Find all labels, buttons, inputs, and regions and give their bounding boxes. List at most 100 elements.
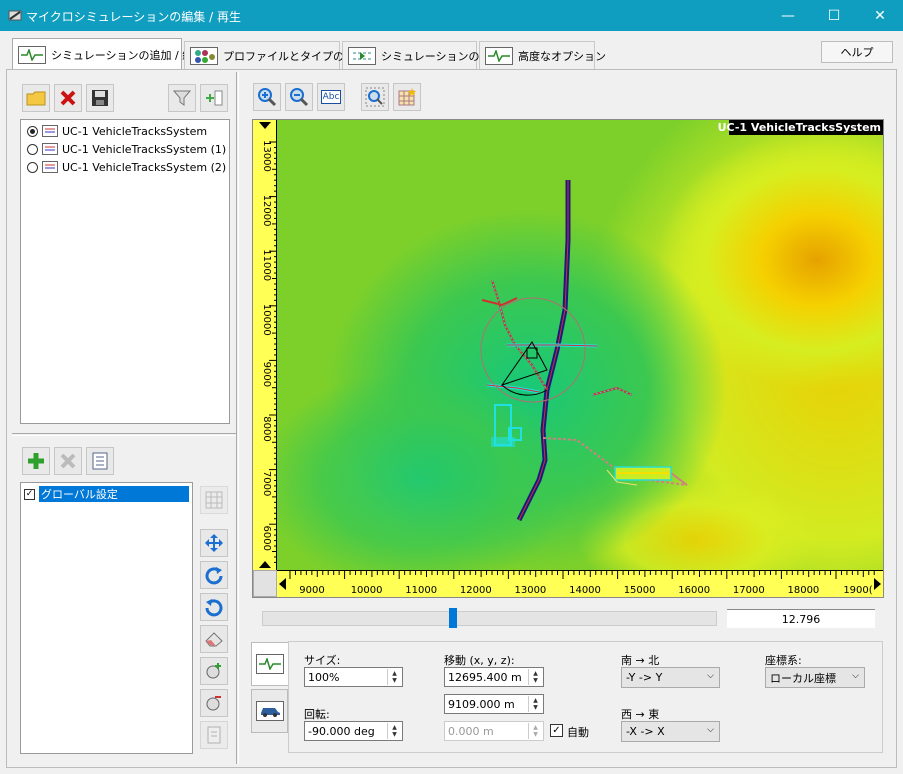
close-button[interactable]: ✕ — [857, 0, 903, 31]
filter-icon[interactable] — [168, 84, 196, 112]
vehicles-icon — [190, 46, 218, 65]
size-spinner[interactable]: ▲ ▼ — [387, 669, 401, 685]
waveform-icon — [256, 654, 284, 674]
move-icon[interactable] — [200, 529, 228, 557]
label-toggle-icon[interactable]: Abc — [317, 83, 345, 111]
list-item[interactable]: UC-1 VehicleTracksSystem — [27, 122, 229, 140]
waveform-icon — [18, 45, 46, 64]
size-label: サイズ: — [304, 654, 341, 667]
south-north-label: 南 → 北 — [621, 654, 660, 667]
move-z-spinner: ▲ ▼ — [528, 723, 542, 739]
move-z-input: 0.000 m ▲ ▼ — [444, 721, 544, 741]
tab-label: 高度なオプション — [518, 49, 606, 63]
zoom-out-icon[interactable] — [285, 83, 313, 111]
delete-icon[interactable] — [54, 84, 82, 112]
y-tick-label: 6000 — [261, 525, 272, 550]
y-ruler[interactable]: 13000 12000 11000 10000 9000 8000 7000 6000 — [253, 120, 277, 570]
properties-icon[interactable] — [86, 447, 114, 475]
add-layer-icon[interactable] — [200, 84, 228, 112]
south-north-value: -Y -> Y — [626, 671, 663, 684]
vertical-splitter[interactable] — [236, 72, 239, 764]
move-x-input[interactable]: 12695.400 m ▲ ▼ — [444, 667, 544, 687]
car-icon — [255, 701, 284, 721]
x-tick-label: 9000 — [299, 585, 324, 596]
tab-advanced[interactable]: 高度なオプション — [479, 41, 606, 69]
x-tick-label: 1900( — [843, 585, 872, 596]
coord-system-select[interactable]: ローカル座標 ⌵ — [765, 667, 865, 688]
horizontal-splitter[interactable] — [12, 433, 236, 436]
rotate-ccw-icon[interactable] — [200, 593, 228, 621]
add-point-icon[interactable] — [200, 657, 228, 685]
x-ruler[interactable]: 9000 10000 11000 12000 13000 14000 15000 16000 1… — [277, 570, 883, 597]
time-value: 12.796 — [727, 609, 875, 628]
rotate-cw-icon[interactable] — [200, 561, 228, 589]
x-tick-label: 16000 — [678, 585, 710, 596]
list-item-label: UC-1 VehicleTracksSystem — [62, 124, 208, 138]
south-north-select[interactable]: -Y -> Y ⌵ — [621, 667, 720, 688]
x-tick-label: 10000 — [351, 585, 383, 596]
x-tick-label: 15000 — [624, 585, 656, 596]
label-toggle-text: Abc — [320, 90, 342, 104]
move-label: 移動 (x, y, z): — [444, 654, 515, 667]
y-tick-label: 11000 — [261, 249, 272, 281]
maximize-button[interactable]: ☐ — [811, 0, 857, 31]
checkbox[interactable]: ✓ — [24, 488, 35, 500]
west-east-value: -X -> X — [626, 725, 665, 738]
add-icon[interactable] — [22, 447, 50, 475]
west-east-label: 西 → 東 — [621, 708, 660, 721]
zoom-fit-icon[interactable] — [361, 83, 389, 111]
tab-playback[interactable]: シミュレーションの再生 — [342, 41, 502, 69]
auto-checkbox[interactable]: ✓ — [550, 724, 563, 737]
remove-icon — [54, 447, 82, 475]
rotation-spinner[interactable]: ▲ ▼ — [387, 723, 401, 739]
app-icon — [8, 8, 22, 22]
list-item[interactable]: ✓ グローバル設定 — [24, 485, 192, 503]
system-icon — [42, 143, 58, 155]
remove-point-icon[interactable] — [200, 689, 228, 717]
map-overlay-title: UC-1 VehicleTracksSystem — [718, 121, 881, 134]
tab-profiles-types[interactable]: プロファイルとタイプの管理 — [184, 41, 366, 69]
rotation-input[interactable]: -90.000 deg ▲ ▼ — [304, 721, 403, 741]
coord-system-value: ローカル座標 — [770, 671, 836, 685]
tab-label: シミュレーションの追加 / 編集 — [51, 48, 205, 62]
move-y-input[interactable]: 9109.000 m ▲ ▼ — [444, 694, 544, 714]
map-canvas[interactable]: UC-1 VehicleTracksSystem — [277, 120, 883, 570]
x-tick-label: 12000 — [460, 585, 492, 596]
rotation-label: 回転: — [304, 708, 330, 721]
x-tick-label: 18000 — [787, 585, 819, 596]
list-item[interactable]: UC-1 VehicleTracksSystem (1) — [27, 140, 229, 158]
transform-tab[interactable] — [251, 642, 288, 686]
export-icon[interactable] — [200, 721, 228, 749]
time-slider-thumb[interactable] — [449, 608, 458, 628]
playback-icon — [348, 46, 376, 65]
save-icon[interactable] — [86, 84, 114, 112]
radio-selected[interactable] — [27, 125, 38, 137]
list-item[interactable]: UC-1 VehicleTracksSystem (2) — [27, 158, 229, 176]
chevron-down-icon: ⌵ — [707, 725, 714, 735]
folder-icon[interactable] — [22, 84, 50, 112]
west-east-select[interactable]: -X -> X ⌵ — [621, 721, 720, 742]
minimize-button[interactable]: — — [765, 0, 811, 31]
size-input[interactable]: 100% ▲ ▼ — [304, 667, 403, 687]
tab-add-edit[interactable]: シミュレーションの追加 / 編集 — [12, 38, 204, 70]
grid-snap-icon[interactable] — [393, 83, 421, 111]
zoom-in-icon[interactable] — [253, 83, 281, 111]
eraser-icon[interactable] — [200, 625, 228, 653]
move-x-spinner[interactable]: ▲ ▼ — [528, 669, 542, 685]
ruler-down-arrow — [259, 561, 271, 568]
radio[interactable] — [27, 143, 38, 155]
ruler-up-arrow — [259, 122, 271, 129]
radio[interactable] — [27, 161, 38, 173]
terrain-map: UC-1 VehicleTracksSystem — [277, 120, 883, 570]
settings-list: ✓ グローバル設定 — [20, 482, 193, 754]
y-tick-label: 12000 — [261, 195, 272, 227]
time-slider-track[interactable] — [262, 611, 717, 626]
vehicle-tab[interactable] — [251, 689, 288, 733]
rotation-value: -90.000 deg — [308, 724, 375, 738]
chevron-down-icon: ⌵ — [852, 671, 859, 681]
help-button[interactable]: ヘルプ — [821, 41, 893, 63]
coord-system-label: 座標系: — [765, 654, 802, 667]
move-y-spinner[interactable]: ▲ ▼ — [528, 696, 542, 712]
y-tick-label: 9000 — [261, 362, 272, 387]
ruler-corner — [253, 570, 277, 597]
